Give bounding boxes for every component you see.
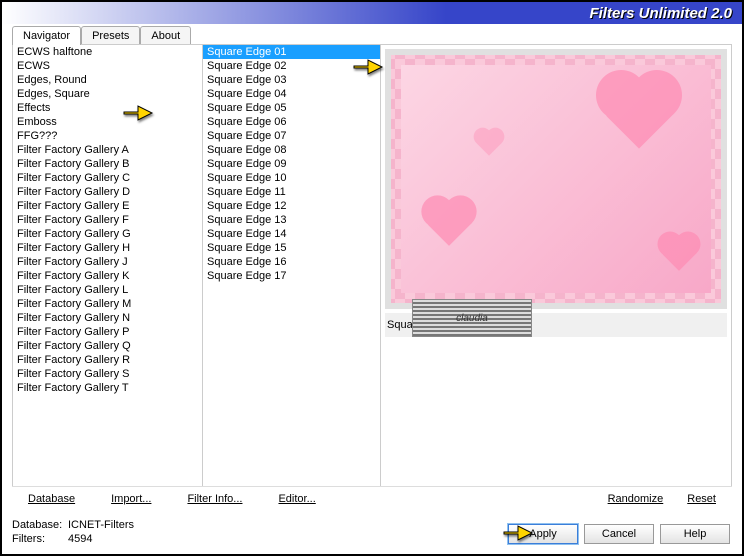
category-item[interactable]: Edges, Square: [13, 87, 202, 101]
category-item[interactable]: ECWS halftone: [13, 45, 202, 59]
preview-image: [385, 49, 727, 309]
preview-fill: [401, 65, 711, 293]
content-area: ECWS halftoneECWSEdges, RoundEdges, Squa…: [12, 44, 732, 492]
import-button[interactable]: Import...: [111, 493, 151, 505]
category-item[interactable]: Filter Factory Gallery M: [13, 297, 202, 311]
database-button[interactable]: Database: [28, 493, 75, 505]
filter-info-button[interactable]: Filter Info...: [187, 493, 242, 505]
filter-item[interactable]: Square Edge 13: [203, 213, 380, 227]
watermark: claudia: [412, 299, 532, 337]
watermark-text: claudia: [456, 313, 488, 324]
apply-button[interactable]: Apply: [508, 524, 578, 544]
category-list[interactable]: ECWS halftoneECWSEdges, RoundEdges, Squa…: [13, 45, 203, 491]
randomize-button[interactable]: Randomize: [608, 493, 664, 505]
category-item[interactable]: Filter Factory Gallery D: [13, 185, 202, 199]
reset-button[interactable]: Reset: [687, 493, 716, 505]
category-item[interactable]: Effects: [13, 101, 202, 115]
filter-item[interactable]: Square Edge 09: [203, 157, 380, 171]
category-item[interactable]: Filter Factory Gallery E: [13, 199, 202, 213]
db-label: Database:: [12, 518, 68, 532]
filter-list[interactable]: Square Edge 01Square Edge 02Square Edge …: [203, 45, 381, 491]
filter-item[interactable]: Square Edge 03: [203, 73, 380, 87]
heart-icon: [661, 235, 697, 271]
category-item[interactable]: Filter Factory Gallery F: [13, 213, 202, 227]
editor-button[interactable]: Editor...: [278, 493, 315, 505]
tab-navigator[interactable]: Navigator: [12, 26, 81, 45]
preview-pane: Square Edge 01: [381, 45, 731, 491]
heart-icon: [426, 200, 472, 246]
heart-icon: [603, 77, 674, 148]
category-item[interactable]: Filter Factory Gallery L: [13, 283, 202, 297]
filter-item[interactable]: Square Edge 14: [203, 227, 380, 241]
filter-item[interactable]: Square Edge 06: [203, 115, 380, 129]
bottom-buttons: Apply Cancel Help: [508, 524, 730, 544]
category-item[interactable]: Filter Factory Gallery K: [13, 269, 202, 283]
help-button[interactable]: Help: [660, 524, 730, 544]
tab-about[interactable]: About: [140, 26, 191, 45]
title-bar: Filters Unlimited 2.0: [2, 2, 742, 24]
status-bar: Database:ICNET-Filters Filters:4594: [12, 518, 134, 546]
mid-button-bar: Database Import... Filter Info... Editor…: [12, 486, 732, 510]
category-item[interactable]: FFG???: [13, 129, 202, 143]
filters-label: Filters:: [12, 532, 68, 546]
category-item[interactable]: Filter Factory Gallery J: [13, 255, 202, 269]
tab-presets[interactable]: Presets: [81, 26, 140, 45]
db-value: ICNET-Filters: [68, 519, 134, 531]
filter-item[interactable]: Square Edge 04: [203, 87, 380, 101]
filter-item[interactable]: Square Edge 11: [203, 185, 380, 199]
category-item[interactable]: ECWS: [13, 59, 202, 73]
category-item[interactable]: Filter Factory Gallery H: [13, 241, 202, 255]
category-item[interactable]: Filter Factory Gallery P: [13, 325, 202, 339]
cancel-button[interactable]: Cancel: [584, 524, 654, 544]
category-item[interactable]: Filter Factory Gallery S: [13, 367, 202, 381]
filter-item[interactable]: Square Edge 05: [203, 101, 380, 115]
filter-item[interactable]: Square Edge 01: [203, 45, 380, 59]
filter-item[interactable]: Square Edge 02: [203, 59, 380, 73]
filter-item[interactable]: Square Edge 15: [203, 241, 380, 255]
heart-icon: [476, 130, 501, 155]
category-item[interactable]: Filter Factory Gallery N: [13, 311, 202, 325]
category-item[interactable]: Edges, Round: [13, 73, 202, 87]
filter-item[interactable]: Square Edge 12: [203, 199, 380, 213]
tab-strip: Navigator Presets About: [12, 26, 191, 45]
filter-item[interactable]: Square Edge 08: [203, 143, 380, 157]
filter-item[interactable]: Square Edge 16: [203, 255, 380, 269]
filter-item[interactable]: Square Edge 07: [203, 129, 380, 143]
filter-item[interactable]: Square Edge 17: [203, 269, 380, 283]
filters-value: 4594: [68, 533, 92, 545]
category-item[interactable]: Filter Factory Gallery Q: [13, 339, 202, 353]
category-item[interactable]: Filter Factory Gallery G: [13, 227, 202, 241]
category-item[interactable]: Filter Factory Gallery A: [13, 143, 202, 157]
filter-item[interactable]: Square Edge 10: [203, 171, 380, 185]
category-item[interactable]: Filter Factory Gallery C: [13, 171, 202, 185]
category-item[interactable]: Filter Factory Gallery R: [13, 353, 202, 367]
category-item[interactable]: Filter Factory Gallery T: [13, 381, 202, 395]
app-title: Filters Unlimited 2.0: [589, 5, 732, 22]
category-item[interactable]: Filter Factory Gallery B: [13, 157, 202, 171]
category-item[interactable]: Emboss: [13, 115, 202, 129]
